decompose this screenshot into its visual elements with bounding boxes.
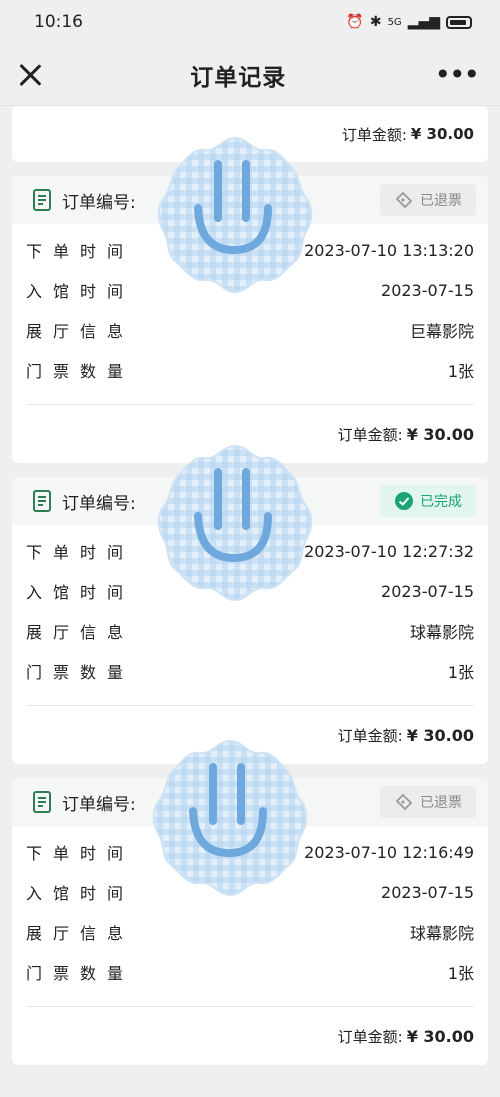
entry-time-label: 入馆时间 [26,583,135,602]
order-time-label: 下单时间 [26,844,135,863]
entry-time-value: 2023-07-15 [381,581,474,601]
order-header[interactable]: 订单编号: › 已完成 [12,477,488,525]
hall-row: 展厅信息 球幕影院 [26,611,474,651]
status-badge: 已退票 [380,786,476,818]
alarm-icon: ⏰ [346,14,364,30]
tickets-row: 门票数量 1张 [26,952,474,992]
status-badge: 已退票 [380,184,476,216]
tickets-value: 1张 [447,964,474,983]
order-number-label: 订单编号: [62,192,136,213]
ticket-icon [395,191,413,209]
tickets-label: 门票数量 [26,964,135,983]
order-header[interactable]: 订单编号: › 已退票 [12,778,488,826]
tickets-value: 1张 [447,362,474,381]
order-time-label: 下单时间 [26,242,135,261]
status-text: 已完成 [420,494,462,510]
chevron-right-icon[interactable]: › [266,190,273,211]
total-value: ¥ 30.00 [410,125,474,143]
order-header[interactable]: 订单编号: › 已退票 [12,176,488,224]
status-badge: 已完成 [380,485,476,517]
page-title: 订单记录 [190,64,287,91]
order-time-value: 2023-07-10 12:16:49 [304,842,474,862]
hall-label: 展厅信息 [26,322,135,341]
document-icon [33,490,51,512]
nav-bar: 订单记录 ••• [0,44,500,106]
tickets-row: 门票数量 1张 [26,350,474,390]
order-number-label: 订单编号: [62,493,136,514]
entry-time-label: 入馆时间 [26,282,135,301]
order-total: 订单金额: ¥ 30.00 [26,706,474,764]
bluetooth-icon: ✱ [369,14,382,30]
order-time-label: 下单时间 [26,543,135,562]
close-icon[interactable] [18,63,42,87]
total-label: 订单金额: [337,425,403,444]
hall-value: 巨幕影院 [409,322,474,341]
tickets-label: 门票数量 [26,663,135,682]
order-time-row: 下单时间 2023-07-10 12:16:49 [26,832,474,872]
total-label: 订单金额: [337,726,403,745]
chevron-right-icon[interactable]: › [266,792,273,813]
total-label: 订单金额: [341,125,407,144]
status-text: 已退票 [420,795,462,811]
total-label: 订单金额: [337,1027,403,1046]
order-time-value: 2023-07-10 13:13:20 [304,240,474,260]
tickets-row: 门票数量 1张 [26,651,474,691]
tickets-label: 门票数量 [26,362,135,381]
hall-label: 展厅信息 [26,924,135,943]
status-text: 已退票 [420,193,462,209]
order-total: 订单金额: ¥ 30.00 [12,106,488,162]
hall-value: 球幕影院 [409,924,474,943]
entry-time-value: 2023-07-15 [381,280,474,300]
document-icon [33,791,51,813]
more-icon[interactable]: ••• [434,60,480,89]
status-icons: ⏰ ✱ 5G ▂▄▆ [346,14,472,30]
entry-time-label: 入馆时间 [26,884,135,903]
hall-label: 展厅信息 [26,623,135,642]
order-total: 订单金额: ¥ 30.00 [26,1007,474,1065]
order-time-row: 下单时间 2023-07-10 13:13:20 [26,230,474,270]
chevron-right-icon[interactable]: › [266,491,273,512]
order-card[interactable]: 订单编号: › 已退票 下单时间 2023-07-10 13:13:20 入馆时… [12,176,488,463]
check-circle-icon [395,492,413,510]
entry-time-row: 入馆时间 2023-07-15 [26,571,474,611]
order-total: 订单金额: ¥ 30.00 [26,405,474,463]
battery-icon [446,15,472,29]
network-label: 5G [387,16,402,28]
order-time-row: 下单时间 2023-07-10 12:27:32 [26,531,474,571]
entry-time-value: 2023-07-15 [381,882,474,902]
hall-value: 球幕影院 [409,623,474,642]
status-bar: 10:16 ⏰ ✱ 5G ▂▄▆ [0,0,500,44]
order-time-value: 2023-07-10 12:27:32 [304,541,474,561]
ticket-icon [395,793,413,811]
order-card[interactable]: 订单编号: › 已退票 下单时间 2023-07-10 12:16:49 入馆时… [12,778,488,1065]
signal-icon: ▂▄▆ [407,14,440,30]
hall-row: 展厅信息 巨幕影院 [26,310,474,350]
total-value: ¥ 30.00 [406,424,474,444]
document-icon [33,189,51,211]
tickets-value: 1张 [447,663,474,682]
entry-time-row: 入馆时间 2023-07-15 [26,872,474,912]
total-value: ¥ 30.00 [406,725,474,745]
order-number-label: 订单编号: [62,794,136,815]
status-time: 10:16 [34,12,83,32]
order-card-partial: 订单金额: ¥ 30.00 [12,106,488,162]
hall-row: 展厅信息 球幕影院 [26,912,474,952]
order-card[interactable]: 订单编号: › 已完成 下单时间 2023-07-10 12:27:32 入馆时… [12,477,488,764]
order-list: 订单金额: ¥ 30.00 订单编号: › 已退票 下单时间 2023-07-1… [0,106,500,1065]
entry-time-row: 入馆时间 2023-07-15 [26,270,474,310]
total-value: ¥ 30.00 [406,1026,474,1046]
